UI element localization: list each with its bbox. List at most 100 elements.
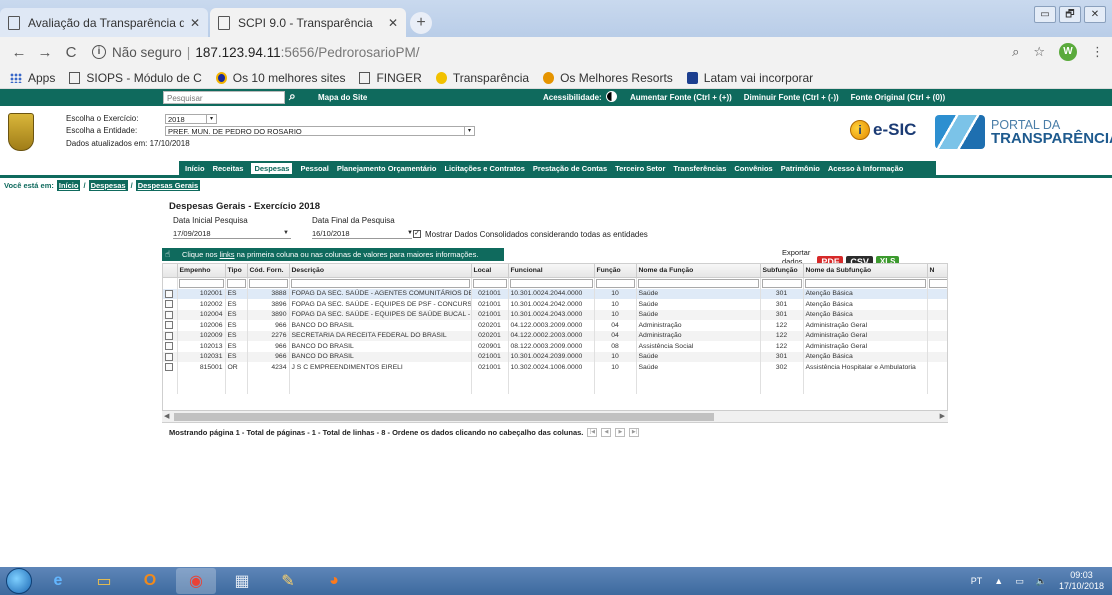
close-window-button[interactable]: ✕	[1084, 6, 1106, 23]
search-input[interactable]: Pesquisar	[163, 91, 285, 104]
scroll-right-icon[interactable]: ▶	[940, 411, 945, 423]
scrollbar-thumb[interactable]	[174, 413, 714, 421]
exercicio-select[interactable]: 2018 ▾	[165, 114, 217, 124]
bookmark-finger[interactable]: FINGER	[359, 71, 422, 85]
language-indicator[interactable]: PT	[971, 576, 983, 586]
column-header[interactable]: Cód. Forn.	[247, 264, 290, 278]
next-page-button[interactable]: ▶	[615, 428, 626, 437]
menu-icon[interactable]: ⋮	[1091, 44, 1104, 60]
nav-receitas[interactable]: Receitas	[213, 164, 244, 173]
search-icon[interactable]: ⌕	[289, 89, 296, 104]
column-header[interactable]: Função	[594, 264, 637, 278]
start-button[interactable]	[6, 568, 32, 594]
table-row[interactable]: 102009 ES 2276 SECRETARIA DA RECEITA FEDERA…	[163, 330, 947, 341]
volume-icon[interactable]: 🔈	[1036, 576, 1047, 587]
maximize-button[interactable]: 🗗	[1059, 6, 1081, 23]
minimize-button[interactable]: ▭	[1034, 6, 1056, 23]
chrome-icon[interactable]: ◉	[176, 568, 216, 594]
column-header[interactable]: Nome da Função	[636, 264, 761, 278]
table-row[interactable]: 102004 ES 3890 FOPAG DA SEC. SAÚDE - EQUIPE…	[163, 309, 947, 320]
detail-link-icon[interactable]	[165, 310, 173, 319]
column-filter-input[interactable]	[248, 278, 288, 288]
column-header[interactable]: Descrição	[289, 264, 472, 278]
outlook-icon[interactable]: O	[130, 568, 170, 594]
decrease-font-link[interactable]: Diminuir Fonte (Ctrl + (-))	[744, 93, 839, 102]
prev-page-button[interactable]: ◀	[601, 428, 612, 437]
nav-licitacoes[interactable]: Licitações e Contratos	[444, 164, 524, 173]
reload-icon[interactable]: C	[58, 44, 84, 61]
contrast-icon[interactable]	[606, 91, 617, 102]
bookmark-siops[interactable]: SIOPS - Módulo de C	[69, 71, 202, 85]
column-header[interactable]	[163, 264, 178, 278]
esic-link[interactable]: i e-SIC	[850, 120, 916, 140]
ie-icon[interactable]: e	[38, 568, 78, 594]
column-filter-input[interactable]	[509, 278, 593, 288]
column-header[interactable]: Funcional	[508, 264, 595, 278]
nav-prestacao[interactable]: Prestação de Contas	[533, 164, 607, 173]
column-header[interactable]: Nome da Subfunção	[803, 264, 928, 278]
table-row[interactable]: 815001 OR 4234 J S C EMPREENDIMENTOS EIRELI…	[163, 362, 947, 373]
table-cell[interactable]: 102031	[177, 351, 226, 362]
close-icon[interactable]: ✕	[388, 16, 398, 30]
column-filter-input[interactable]	[472, 278, 507, 288]
nav-inicio[interactable]: Início	[185, 164, 205, 173]
bookmark-apps[interactable]: Apps	[10, 71, 55, 85]
column-header[interactable]: Subfunção	[760, 264, 804, 278]
table-cell[interactable]: 102002	[177, 299, 226, 310]
original-font-link[interactable]: Fonte Original (Ctrl + (0))	[851, 93, 945, 102]
nav-terceiro-setor[interactable]: Terceiro Setor	[615, 164, 665, 173]
tab-scpi[interactable]: SCPI 9.0 - Transparência ✕	[210, 8, 406, 37]
column-filter-input[interactable]	[804, 278, 926, 288]
breadcrumb-despesas[interactable]: Despesas	[88, 180, 128, 191]
column-filter-input[interactable]	[595, 278, 635, 288]
table-row[interactable]: 102013 ES 966 BANCO DO BRASIL 020901 08.122.0…	[163, 341, 947, 352]
detail-link-icon[interactable]	[165, 321, 173, 330]
nav-patrimonio[interactable]: Patrimônio	[781, 164, 820, 173]
column-header[interactable]: N	[927, 264, 947, 278]
detail-link-icon[interactable]	[165, 289, 173, 298]
detail-link-icon[interactable]	[165, 342, 173, 351]
table-cell[interactable]: 102004	[177, 309, 226, 320]
file-explorer-icon[interactable]: ▭	[84, 568, 124, 594]
data-inicial-input[interactable]: 17/09/2018 ▼	[173, 229, 291, 239]
chevron-up-icon[interactable]: ▲	[994, 576, 1003, 586]
nav-pessoal[interactable]: Pessoal	[300, 164, 328, 173]
table-cell[interactable]: 102001	[177, 288, 226, 299]
detail-link-icon[interactable]	[165, 331, 173, 340]
back-arrow-icon[interactable]: ←	[6, 44, 32, 61]
tab-avaliacao[interactable]: Avaliação da Transparência dos M ✕	[0, 8, 208, 37]
site-map-link[interactable]: Mapa do Site	[318, 93, 367, 102]
detail-link-icon[interactable]	[165, 363, 173, 372]
table-row[interactable]: 102002 ES 3896 FOPAG DA SEC. SAÚDE - EQUIPE…	[163, 299, 947, 310]
column-filter-input[interactable]	[761, 278, 802, 288]
table-row[interactable]: 102031 ES 966 BANCO DO BRASIL 021001 10.301.0…	[163, 351, 947, 362]
close-icon[interactable]: ✕	[190, 16, 200, 30]
star-icon[interactable]: ☆	[1033, 44, 1045, 60]
nav-convenios[interactable]: Convênios	[734, 164, 772, 173]
column-filter-input[interactable]	[928, 278, 947, 288]
nav-despesas[interactable]: Despesas	[251, 162, 293, 174]
zoom-icon[interactable]: ⌕	[1012, 44, 1019, 60]
column-filter-input[interactable]	[290, 278, 470, 288]
url-field[interactable]: i Não seguro | 187.123.94.11 :5656/Pedro…	[92, 45, 419, 60]
breadcrumb-despesas-gerais[interactable]: Despesas Gerais	[135, 180, 201, 191]
network-icon[interactable]: ▭	[1015, 576, 1024, 587]
detail-link-icon[interactable]	[165, 300, 173, 309]
table-cell[interactable]: 102009	[177, 330, 226, 341]
last-page-button[interactable]: ▶|	[629, 428, 640, 437]
scroll-left-icon[interactable]: ◀	[164, 411, 169, 423]
consolidados-checkbox[interactable]: ✓	[413, 230, 421, 238]
portal-transparencia-logo[interactable]: PORTAL DA TRANSPARÊNCIA	[935, 115, 1112, 149]
breadcrumb-inicio[interactable]: Início	[56, 180, 81, 191]
column-header[interactable]: Empenho	[177, 264, 226, 278]
table-cell[interactable]: 102006	[177, 320, 226, 331]
bookmark-10-melhores[interactable]: Os 10 melhores sites	[215, 71, 345, 85]
first-page-button[interactable]: |◀	[587, 428, 598, 437]
table-row[interactable]: 102001 ES 3888 FOPAG DA SEC. SAÚDE - AGENTE…	[163, 288, 947, 299]
column-header[interactable]: Tipo	[225, 264, 248, 278]
bookmark-resorts[interactable]: Os Melhores Resorts	[543, 71, 673, 85]
calculator-icon[interactable]: ▦	[222, 568, 262, 594]
data-final-input[interactable]: 16/10/2018	[312, 229, 412, 239]
table-cell[interactable]: 815001	[177, 362, 226, 373]
column-filter-input[interactable]	[637, 278, 759, 288]
